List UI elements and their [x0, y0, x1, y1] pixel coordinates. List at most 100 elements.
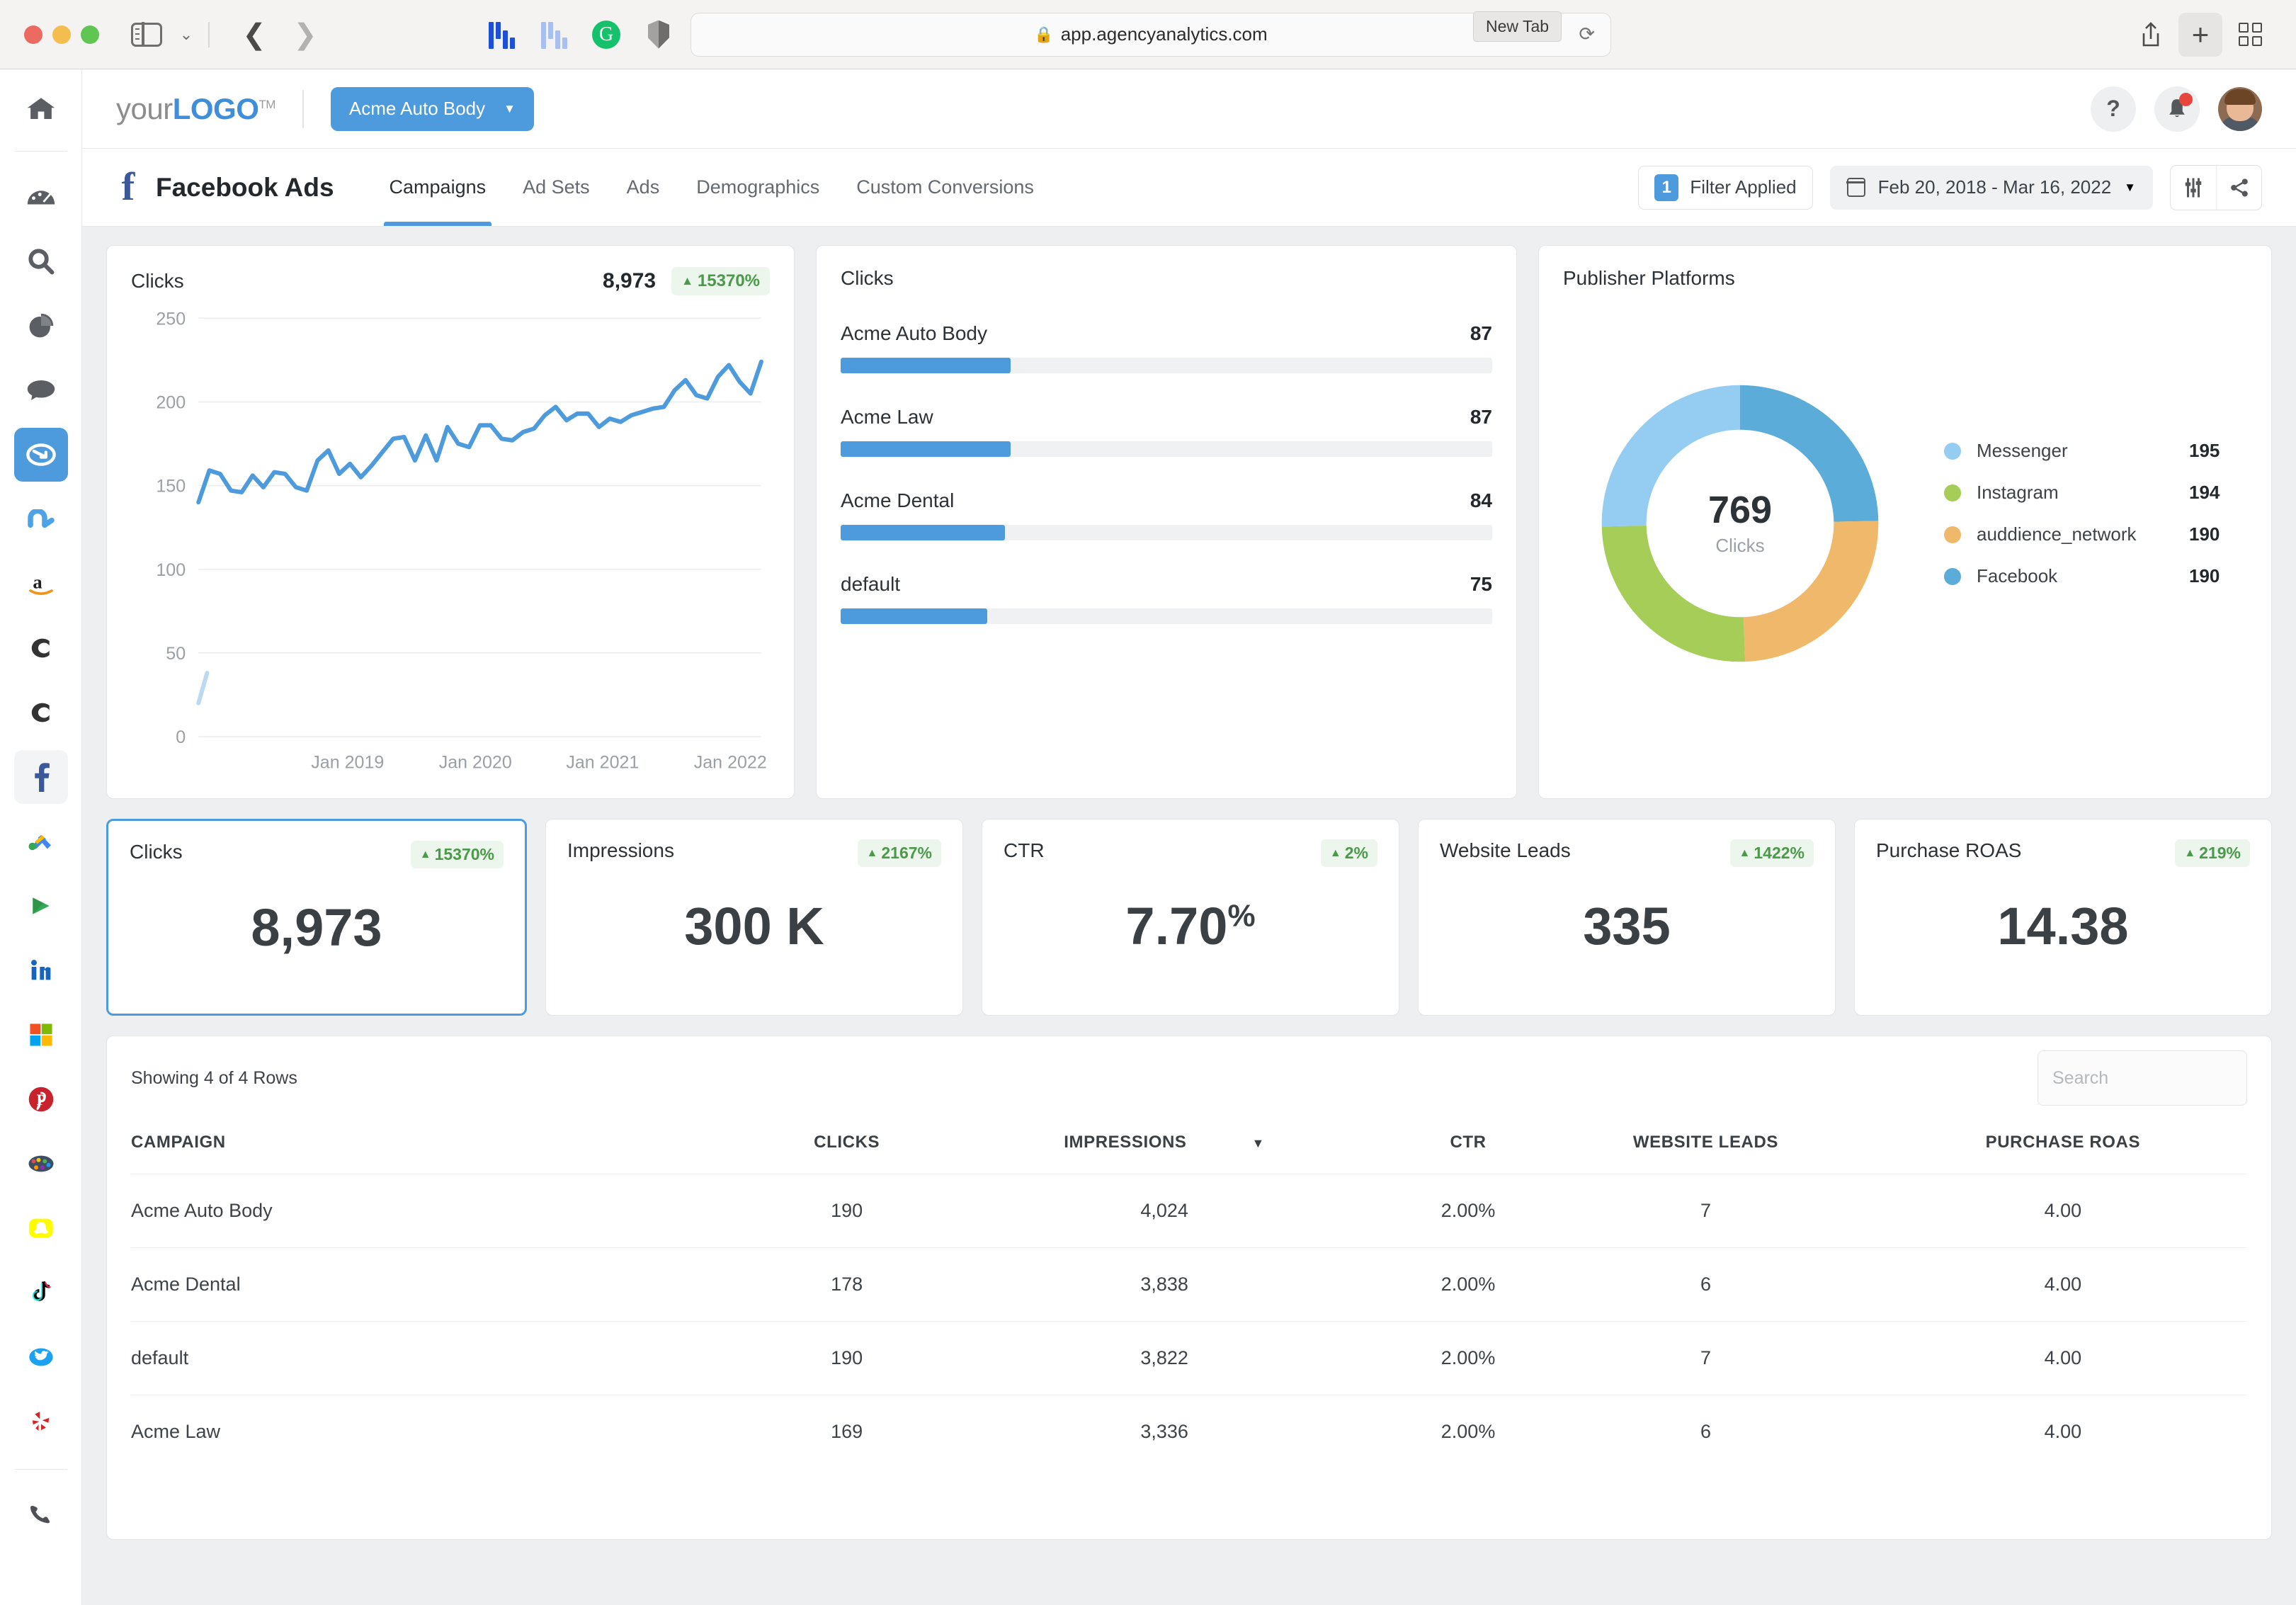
- logo-tm: TM: [258, 97, 275, 111]
- bar-fill: [841, 358, 1011, 373]
- table-search[interactable]: [2038, 1050, 2247, 1106]
- help-icon[interactable]: ?: [2091, 86, 2136, 132]
- bar-label: Acme Dental: [841, 489, 955, 511]
- bar-value: 87: [1470, 406, 1492, 428]
- bar-fill: [841, 441, 1011, 457]
- sidebar-item-clickup[interactable]: [14, 686, 68, 739]
- tab-label: Demographics: [696, 176, 820, 198]
- shield-icon[interactable]: [644, 19, 673, 50]
- sidebar-item-phone[interactable]: [14, 1487, 68, 1541]
- sidebar-item-yelp[interactable]: [14, 1395, 68, 1448]
- tab-custom-conversions[interactable]: Custom Conversions: [838, 149, 1052, 226]
- sidebar-item-search[interactable]: [14, 234, 68, 288]
- svg-text:P: P: [36, 1091, 45, 1108]
- kpi-value: 300 K: [684, 897, 824, 955]
- main-region: yourLOGOTM Acme Auto Body ▼ ? f Facebook…: [82, 69, 2296, 1605]
- column-clicks[interactable]: CLICKS: [768, 1120, 925, 1174]
- kpi-card[interactable]: Website Leads ▲ 1422% 335: [1418, 819, 1836, 1016]
- sidebar-item-linkedin[interactable]: [14, 943, 68, 997]
- kpi-card[interactable]: Clicks ▲ 15370% 8,973: [106, 819, 527, 1016]
- sidebar-item-twitter[interactable]: [14, 1330, 68, 1384]
- legend-label: Instagram: [1977, 482, 2059, 503]
- cell-impressions: 3,336: [925, 1395, 1404, 1468]
- share-icon[interactable]: [2129, 13, 2173, 57]
- sidebar-item-amazon[interactable]: a: [14, 557, 68, 611]
- honey-dark-icon[interactable]: [487, 19, 516, 50]
- tab-ads[interactable]: Ads: [608, 149, 678, 226]
- sidebar-item-snapchat[interactable]: [14, 1201, 68, 1255]
- table-row[interactable]: Acme Dental 178 3,838 2.00% 6 4.00: [131, 1247, 2247, 1322]
- legend-color-dot: [1944, 442, 1961, 460]
- tab-overview-icon[interactable]: [2228, 13, 2272, 57]
- honey-light-icon[interactable]: [540, 19, 568, 50]
- kpi-value: 8,973: [251, 898, 382, 957]
- grammarly-icon[interactable]: G: [592, 19, 620, 50]
- settings-sliders-icon[interactable]: [2171, 166, 2216, 210]
- bell-icon[interactable]: [2154, 86, 2200, 132]
- kpi-card[interactable]: Purchase ROAS ▲ 219% 14.38: [1854, 819, 2272, 1016]
- back-icon[interactable]: ❮: [237, 17, 272, 52]
- sidebar-item-microsoft[interactable]: [14, 1008, 68, 1062]
- date-range-button[interactable]: Feb 20, 2018 - Mar 16, 2022 ▼: [1829, 165, 2153, 210]
- table-row[interactable]: Acme Law 169 3,336 2.00% 6 4.00: [131, 1395, 2247, 1468]
- tab-campaigns[interactable]: Campaigns: [371, 149, 505, 226]
- tab-ad-sets[interactable]: Ad Sets: [504, 149, 608, 226]
- chevron-down-icon[interactable]: ⌄: [174, 23, 198, 47]
- sidebar-item-adroll[interactable]: [14, 492, 68, 546]
- share-icon[interactable]: [2216, 165, 2261, 210]
- sidebar-item-reports[interactable]: [14, 299, 68, 353]
- filter-applied-button[interactable]: 1 Filter Applied: [1638, 165, 1813, 210]
- kpi-change-badge: ▲ 2%: [1320, 839, 1377, 867]
- forward-icon[interactable]: ❯: [288, 17, 323, 52]
- campaigns-table: CAMPAIGN CLICKS IMPRESSIONS ▼ CTR WEBSITE…: [131, 1120, 2247, 1468]
- legend-color-dot: [1944, 484, 1961, 501]
- bar-track: [841, 525, 1492, 540]
- search-input[interactable]: [2052, 1067, 2232, 1089]
- sidebar-item-callrail[interactable]: [14, 621, 68, 675]
- column-impressions[interactable]: IMPRESSIONS ▼: [925, 1120, 1404, 1174]
- new-tab-button[interactable]: +: [2178, 12, 2222, 57]
- window-controls[interactable]: [24, 25, 99, 44]
- sidebar-item-chat[interactable]: [14, 363, 68, 417]
- tab-demographics[interactable]: Demographics: [678, 149, 838, 226]
- avatar[interactable]: [2218, 86, 2262, 131]
- table-row[interactable]: Acme Auto Body 190 4,024 2.00% 7 4.00: [131, 1174, 2247, 1248]
- bar-list-item: Acme Law 87: [841, 406, 1492, 457]
- column-purchase-roas[interactable]: PURCHASE ROAS: [1879, 1120, 2247, 1174]
- tab-label: Custom Conversions: [856, 176, 1034, 198]
- sidebar-item-pinterest[interactable]: P: [14, 1072, 68, 1126]
- donut-legend: Messenger 195 Instagram 194 auddience_ne…: [1944, 440, 2220, 607]
- reload-icon[interactable]: ⟳: [1579, 23, 1595, 45]
- minimize-window-button[interactable]: [52, 25, 71, 44]
- kpi-card[interactable]: Impressions ▲ 2167% 300 K: [545, 819, 963, 1016]
- cell-campaign: default: [131, 1321, 768, 1395]
- date-range-label: Feb 20, 2018 - Mar 16, 2022: [1877, 176, 2112, 198]
- column-website-leads[interactable]: WEBSITE LEADS: [1533, 1120, 1879, 1174]
- sidebar-item-google-play[interactable]: [14, 879, 68, 933]
- legend-label: Facebook: [1977, 565, 2058, 586]
- sidebar-item-home[interactable]: [14, 82, 68, 136]
- legend-value: 195: [2189, 440, 2220, 461]
- sidebar-item-facebook[interactable]: [13, 750, 68, 804]
- sidebar-item-ads[interactable]: [13, 428, 68, 482]
- column-ctr[interactable]: CTR: [1404, 1120, 1533, 1174]
- kpi-change-badge: ▲ 219%: [2175, 839, 2250, 867]
- legend-item: Instagram 194: [1944, 482, 2220, 504]
- maximize-window-button[interactable]: [81, 25, 99, 44]
- cell-impressions: 3,822: [925, 1321, 1404, 1395]
- account-selector-button[interactable]: Acme Auto Body ▼: [330, 86, 534, 131]
- cell-website-leads: 7: [1533, 1321, 1879, 1395]
- kpi-label: Clicks: [130, 841, 183, 863]
- sidebar-item-tiktok[interactable]: [14, 1266, 68, 1320]
- kpi-card[interactable]: CTR ▲ 2% 7.70%: [982, 819, 1399, 1016]
- sidebar-item-palette[interactable]: [14, 1137, 68, 1191]
- clicks-bar-list-card: Clicks Acme Auto Body 87 Acme Law 87 Acm…: [816, 245, 1517, 799]
- sidebar-item-dashboard[interactable]: [14, 170, 68, 224]
- sidebar-toggle-icon[interactable]: [130, 21, 163, 48]
- column-campaign[interactable]: CAMPAIGN: [131, 1120, 768, 1174]
- cell-ctr: 2.00%: [1403, 1174, 1533, 1248]
- url-text: app.agencyanalytics.com: [1060, 23, 1268, 45]
- close-window-button[interactable]: [24, 25, 42, 44]
- table-row[interactable]: default 190 3,822 2.00% 7 4.00: [131, 1321, 2247, 1395]
- sidebar-item-google-ads[interactable]: [14, 815, 68, 868]
